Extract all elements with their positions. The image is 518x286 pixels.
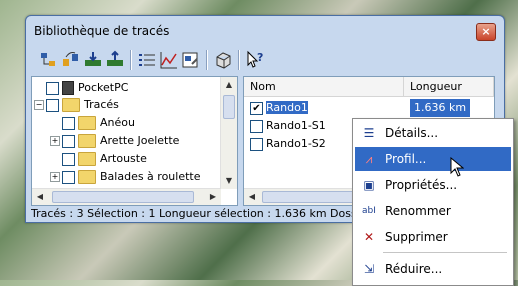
tree-item-label: Artouste bbox=[100, 152, 147, 165]
menu-item-properties[interactable]: ▣ Propriétés... bbox=[355, 173, 511, 197]
checkbox[interactable] bbox=[62, 170, 75, 184]
scroll-thumb[interactable] bbox=[52, 191, 194, 203]
tree-item-label: Anéou bbox=[100, 116, 135, 129]
scroll-up-icon[interactable]: ▲ bbox=[221, 77, 237, 93]
checkbox[interactable] bbox=[46, 81, 59, 95]
expand-icon[interactable]: + bbox=[50, 136, 60, 146]
collapse-icon[interactable]: − bbox=[34, 100, 44, 110]
profile-icon[interactable] bbox=[158, 49, 180, 71]
svg-text:?: ? bbox=[257, 51, 263, 64]
menu-item-delete[interactable]: ✕ Supprimer bbox=[355, 225, 511, 249]
context-menu: ☰ Détails... ⩘ Profil... ▣ Propriétés... ab… bbox=[352, 118, 514, 286]
tree-item-artouste[interactable]: Artouste bbox=[62, 150, 147, 168]
menu-item-reduce[interactable]: ⇲ Réduire... bbox=[355, 257, 511, 281]
column-header-length[interactable]: Longueur bbox=[404, 77, 494, 97]
menu-item-details[interactable]: ☰ Détails... bbox=[355, 121, 511, 145]
details-view-icon[interactable] bbox=[136, 49, 158, 71]
tree-item-traces[interactable]: − Tracés bbox=[34, 96, 119, 114]
checkbox-checked[interactable]: ✔ bbox=[250, 101, 263, 115]
tree-item-balades[interactable]: + Balades à roulette bbox=[50, 168, 201, 186]
tree-item-label: Arette Joelette bbox=[100, 134, 180, 147]
menu-item-label: Supprimer bbox=[385, 230, 448, 244]
checkbox[interactable] bbox=[46, 98, 59, 112]
expand-icon[interactable]: + bbox=[50, 172, 60, 182]
tree-item-aneou[interactable]: Anéou bbox=[62, 114, 135, 132]
tree-item-label: Balades à roulette bbox=[100, 170, 201, 183]
delete-icon: ✕ bbox=[363, 230, 375, 244]
folder-tree: PocketPC − Tracés Anéou + Arette Joelette … bbox=[31, 76, 238, 206]
menu-separator bbox=[383, 252, 507, 253]
vertical-scrollbar[interactable]: ▲ ▼ bbox=[220, 77, 237, 189]
column-header-name[interactable]: Nom bbox=[244, 77, 404, 97]
3d-view-icon[interactable] bbox=[212, 49, 234, 71]
list-item-name: Rando1-S2 bbox=[266, 137, 326, 150]
help-icon[interactable]: ? bbox=[244, 49, 266, 71]
scroll-left-icon[interactable]: ◀ bbox=[244, 189, 260, 205]
scroll-thumb[interactable] bbox=[223, 95, 235, 119]
checkbox[interactable] bbox=[62, 134, 75, 148]
swap-icon[interactable] bbox=[60, 49, 82, 71]
tree-item-arette-joelette[interactable]: + Arette Joelette bbox=[50, 132, 179, 150]
checkbox[interactable] bbox=[62, 116, 75, 130]
menu-item-label: Renommer bbox=[385, 204, 451, 218]
scroll-down-icon[interactable]: ▼ bbox=[221, 173, 237, 189]
folder-icon bbox=[78, 116, 96, 130]
folder-icon bbox=[78, 134, 96, 148]
folder-icon bbox=[78, 152, 96, 166]
profile-icon: ⩘ bbox=[365, 152, 373, 166]
pocketpc-icon bbox=[62, 81, 74, 95]
close-icon: × bbox=[481, 25, 491, 38]
folder-icon bbox=[78, 170, 96, 184]
properties-icon: ▣ bbox=[363, 178, 375, 192]
list-item-name: Rando1-S1 bbox=[266, 119, 326, 132]
properties-icon[interactable] bbox=[180, 49, 202, 71]
scroll-thumb[interactable] bbox=[262, 191, 360, 203]
checkbox[interactable] bbox=[62, 152, 75, 166]
toolbar-separator bbox=[206, 50, 208, 70]
menu-item-label: Profil... bbox=[385, 152, 427, 166]
toolbar: ? bbox=[32, 46, 498, 74]
tree-item-label: Tracés bbox=[84, 98, 119, 111]
list-item-name: Rando1 bbox=[266, 101, 308, 114]
rename-icon: abI bbox=[362, 206, 376, 216]
menu-item-rename[interactable]: abI Renommer bbox=[355, 199, 511, 223]
toolbar-separator bbox=[238, 50, 240, 70]
menu-item-label: Propriétés... bbox=[385, 178, 458, 192]
reduce-icon: ⇲ bbox=[363, 262, 375, 276]
scroll-left-icon[interactable]: ◀ bbox=[32, 189, 48, 205]
tree-icon[interactable] bbox=[38, 49, 60, 71]
import-icon[interactable] bbox=[82, 49, 104, 71]
menu-item-profile[interactable]: ⩘ Profil... bbox=[355, 147, 511, 171]
title-bar[interactable]: Bibliothèque de tracés × bbox=[26, 16, 504, 46]
tree-item-label: PocketPC bbox=[78, 81, 129, 94]
tree-item-pocketpc[interactable]: PocketPC bbox=[46, 79, 128, 97]
close-button[interactable]: × bbox=[476, 23, 496, 41]
mouse-cursor-icon bbox=[450, 157, 464, 177]
menu-item-label: Réduire... bbox=[385, 262, 443, 276]
menu-item-label: Détails... bbox=[385, 126, 439, 140]
horizontal-scrollbar[interactable]: ◀ ▶ bbox=[32, 188, 221, 205]
export-icon[interactable] bbox=[104, 49, 126, 71]
scroll-right-icon[interactable]: ▶ bbox=[205, 189, 221, 205]
toolbar-separator bbox=[130, 50, 132, 70]
details-icon: ☰ bbox=[363, 126, 375, 140]
checkbox[interactable] bbox=[250, 119, 263, 133]
window-title: Bibliothèque de tracés bbox=[34, 24, 170, 38]
list-item[interactable]: ✔ Rando1 1.636 km bbox=[244, 99, 484, 117]
list-item-length: 1.636 km bbox=[410, 99, 471, 117]
checkbox[interactable] bbox=[250, 137, 263, 151]
folder-icon bbox=[62, 98, 80, 112]
